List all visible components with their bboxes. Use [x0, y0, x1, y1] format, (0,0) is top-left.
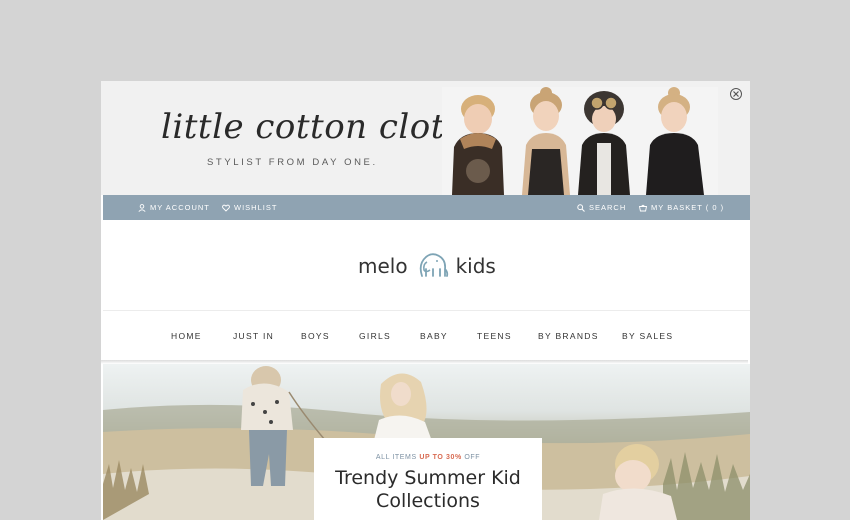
basket-icon — [639, 204, 647, 211]
heart-icon — [222, 204, 230, 212]
hero-title: Trendy Summer Kid Collections — [314, 467, 542, 513]
my-account-label: MY ACCOUNT — [150, 203, 210, 212]
hero-eyebrow-highlight: UP TO 30% — [419, 454, 462, 461]
search-icon — [577, 203, 585, 212]
nav-item-baby[interactable]: BABY — [420, 331, 448, 341]
nav-item-girls[interactable]: GIRLS — [359, 331, 391, 341]
nav-item-boys[interactable]: BOYS — [301, 331, 330, 341]
promo-tagline: STYLIST FROM DAY ONE. — [207, 157, 378, 168]
hero-eyebrow-pre: ALL ITEMS — [375, 454, 420, 461]
search-link[interactable]: SEARCH — [577, 203, 626, 212]
nav-item-teens[interactable]: TEENS — [477, 331, 512, 341]
kids-photo — [442, 87, 718, 195]
hero-title-line-1: Trendy Summer Kid — [335, 467, 521, 489]
logo-text-right: kids — [455, 254, 496, 278]
my-account-link[interactable]: MY ACCOUNT — [138, 203, 210, 212]
nav-item-by-brands[interactable]: BY BRANDS — [538, 331, 599, 341]
nav-item-by-sales[interactable]: BY SALES — [622, 331, 673, 341]
hero-title-line-2: Collections — [376, 490, 480, 512]
wishlist-link[interactable]: WISHLIST — [222, 203, 277, 212]
search-label: SEARCH — [589, 203, 627, 212]
elephant-logo-icon — [419, 253, 448, 277]
nav-item-home[interactable]: HOME — [171, 331, 202, 341]
site-logo[interactable]: melo kids — [358, 250, 496, 282]
nav-item-just-in[interactable]: JUST IN — [233, 331, 274, 341]
brand-header: melo kids — [103, 220, 750, 311]
hero-eyebrow: ALL ITEMS UP TO 30% OFF — [314, 454, 542, 461]
utility-bar: MY ACCOUNT WISHLIST SEARCH MY BASKET ( 0… — [103, 195, 750, 220]
logo-text-left: melo — [358, 254, 408, 278]
website-frame: little cotton clothes STYLIST FROM DAY O… — [101, 81, 750, 520]
kid-3-figure — [578, 91, 630, 195]
hero-promo-card[interactable]: ALL ITEMS UP TO 30% OFF Trendy Summer Ki… — [314, 438, 542, 520]
hero-eyebrow-post: OFF — [461, 454, 481, 461]
basket-label: MY BASKET ( 0 ) — [651, 203, 725, 212]
main-nav: HOME JUST IN BOYS GIRLS BABY TEENS BY BR… — [103, 311, 750, 360]
promo-banner[interactable]: little cotton clothes STYLIST FROM DAY O… — [101, 81, 750, 195]
user-icon — [138, 203, 146, 212]
close-icon[interactable] — [730, 88, 742, 100]
hero-banner: ALL ITEMS UP TO 30% OFF Trendy Summer Ki… — [103, 364, 750, 520]
wishlist-label: WISHLIST — [234, 203, 278, 212]
basket-link[interactable]: MY BASKET ( 0 ) — [639, 203, 724, 212]
hero-child-center — [373, 373, 433, 444]
